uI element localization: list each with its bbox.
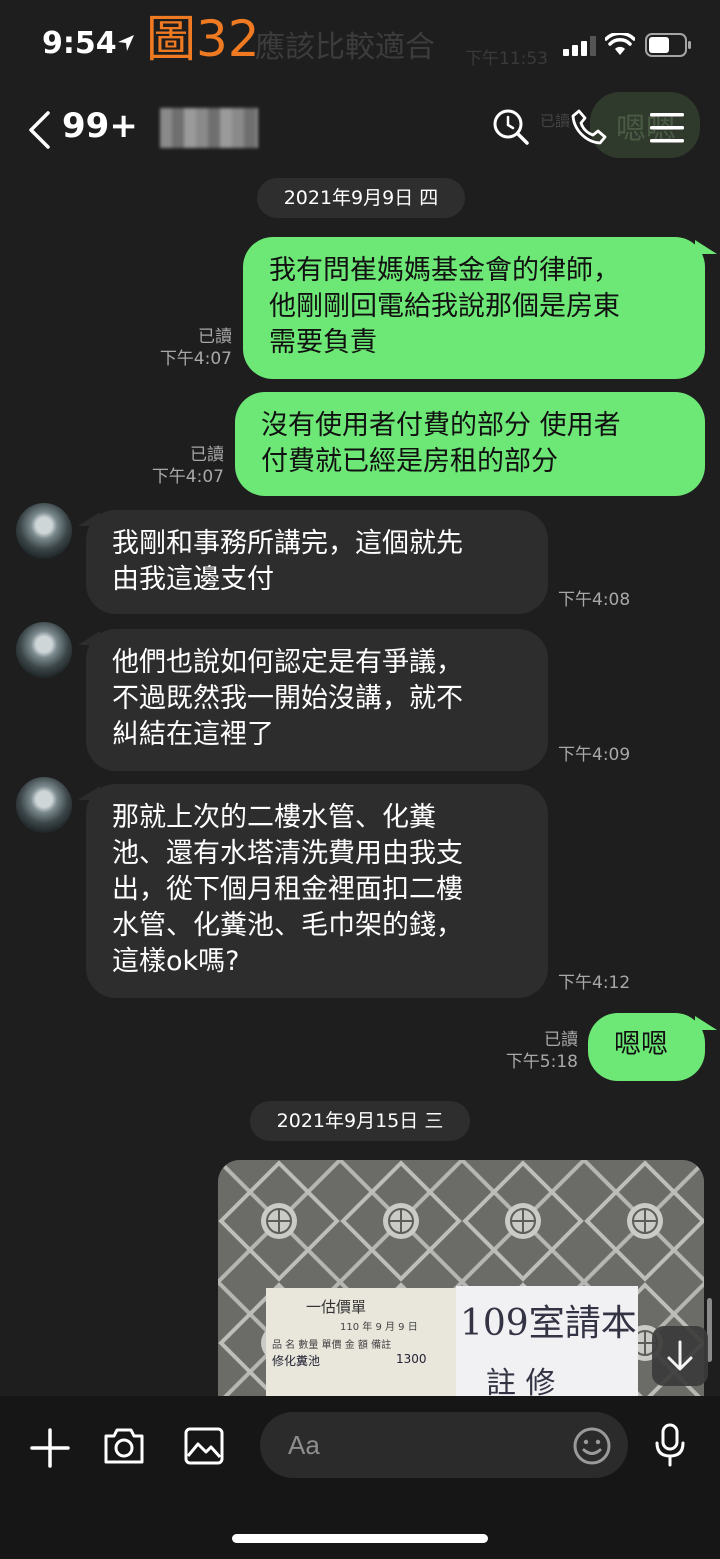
plus-icon[interactable] — [30, 1428, 70, 1468]
phone-call-icon[interactable] — [570, 108, 608, 146]
message-time: 下午4:07 — [159, 349, 232, 369]
message-time: 下午4:09 — [558, 745, 631, 765]
incoming-message-bubble[interactable]: 我剛和事務所講完，這個就先 由我這邊支付 — [86, 510, 548, 614]
message-line: 由我這邊支付 — [112, 564, 274, 595]
home-indicator[interactable] — [232, 1534, 488, 1543]
overlapped-read: 已讀 — [540, 112, 571, 130]
read-status: 已讀 — [544, 1030, 578, 1050]
handwritten-note: 109室請本 註 修 — [456, 1286, 638, 1396]
message-line: 水管、化糞池、毛巾架的錢， — [112, 910, 463, 941]
message-line: 出，從下個月租金裡面扣二樓 — [112, 874, 463, 905]
contact-avatar[interactable] — [16, 777, 72, 833]
message-meta: 已讀 下午4:07 — [132, 444, 224, 488]
unread-count[interactable]: 99+ — [62, 106, 138, 146]
note-line: 註 修 — [486, 1366, 556, 1396]
message-line: 糾結在這裡了 — [112, 719, 274, 750]
receipt-item: 修化糞池 — [272, 1354, 321, 1368]
note-line: 109室請本 — [460, 1303, 637, 1344]
message-time: 下午4:08 — [558, 590, 631, 610]
message-line: 我有問崔媽媽基金會的律師， — [269, 255, 620, 286]
message-line: 不過既然我一開始沒講，就不 — [112, 683, 463, 714]
outgoing-message-bubble[interactable]: 嗯嗯 — [588, 1013, 705, 1081]
message-line: 付費就已經是房租的部分 — [261, 446, 558, 477]
message-time: 下午4:07 — [151, 467, 224, 487]
annotation-label: 圖32 — [146, 10, 260, 68]
message-meta: 已讀 下午4:07 — [140, 326, 232, 370]
date-separator: 2021年9月15日 三 — [250, 1101, 470, 1141]
message-line: 我剛和事務所講完，這個就先 — [112, 528, 463, 559]
outgoing-message-bubble[interactable]: 沒有使用者付費的部分 使用者 付費就已經是房租的部分 — [235, 392, 705, 496]
message-line: 池、還有水塔清洗費用由我支 — [112, 838, 463, 869]
receipt-price: 1300 — [396, 1352, 427, 1366]
battery-icon — [645, 33, 691, 57]
search-icon[interactable] — [492, 108, 530, 146]
incoming-message-bubble[interactable]: 那就上次的二樓水管、化糞 池、還有水塔清洗費用由我支 出，從下個月租金裡面扣二樓… — [86, 784, 548, 998]
input-bar — [0, 1396, 720, 1559]
incoming-message-bubble[interactable]: 他們也說如何認定是有爭議， 不過既然我一開始沒講，就不 糾結在這裡了 — [86, 629, 548, 771]
message-line: 那就上次的二樓水管、化糞 — [112, 802, 436, 833]
overlapped-preview-time: 下午11:53 — [465, 49, 548, 69]
message-line: 這樣ok嗎? — [112, 946, 240, 977]
read-status: 已讀 — [198, 327, 232, 347]
camera-icon[interactable] — [102, 1426, 146, 1466]
microphone-icon[interactable] — [653, 1423, 687, 1467]
photo-message[interactable]: 一估價單 110 年 9 月 9 日 品 名 數量 單價 金 額 備註 修化糞池… — [218, 1160, 704, 1396]
receipt-date: 110 年 9 月 9 日 — [340, 1322, 418, 1333]
message-line: 他們也說如何認定是有爭議， — [112, 647, 463, 678]
message-line: 他剛剛回電給我說那個是房東 — [269, 291, 620, 322]
wifi-icon — [605, 33, 635, 55]
status-bar: 應該比較適合 下午11:53 9:54 圖32 — [0, 0, 720, 90]
message-time: 下午5:18 — [505, 1052, 578, 1072]
bubble-tail — [695, 1016, 717, 1030]
overlapped-preview-text: 應該比較適合 — [255, 30, 435, 65]
location-arrow-icon — [118, 35, 134, 51]
message-line: 嗯嗯 — [614, 1029, 668, 1060]
message-line: 需要負責 — [269, 327, 377, 358]
date-separator: 2021年9月9日 四 — [257, 178, 465, 218]
cellular-signal-icon — [563, 36, 596, 56]
contact-avatar[interactable] — [16, 503, 72, 559]
menu-icon[interactable] — [650, 112, 684, 144]
chat-header: 嗯嗯 已讀 99+ — [0, 90, 720, 170]
bubble-tail — [695, 240, 717, 254]
image-gallery-icon[interactable] — [183, 1426, 225, 1466]
back-chevron-icon[interactable] — [26, 110, 52, 150]
contact-name-blurred[interactable] — [160, 108, 258, 148]
message-time: 下午4:12 — [558, 973, 631, 993]
message-meta: 已讀 下午5:18 — [486, 1029, 578, 1073]
receipt-header: 品 名 數量 單價 金 額 備註 — [272, 1340, 392, 1351]
read-status: 已讀 — [190, 445, 224, 465]
outgoing-message-bubble[interactable]: 我有問崔媽媽基金會的律師， 他剛剛回電給我說那個是房東 需要負責 — [243, 237, 705, 379]
receipt-paper: 一估價單 110 年 9 月 9 日 品 名 數量 單價 金 額 備註 修化糞池… — [266, 1288, 456, 1396]
message-line: 沒有使用者付費的部分 使用者 — [261, 410, 621, 441]
scroll-to-bottom-button[interactable] — [652, 1326, 708, 1386]
status-time: 9:54 — [42, 26, 117, 61]
receipt-title: 一估價單 — [306, 1298, 367, 1316]
contact-avatar[interactable] — [16, 622, 72, 678]
arrow-down-icon — [667, 1340, 693, 1371]
emoji-icon[interactable] — [572, 1426, 612, 1466]
